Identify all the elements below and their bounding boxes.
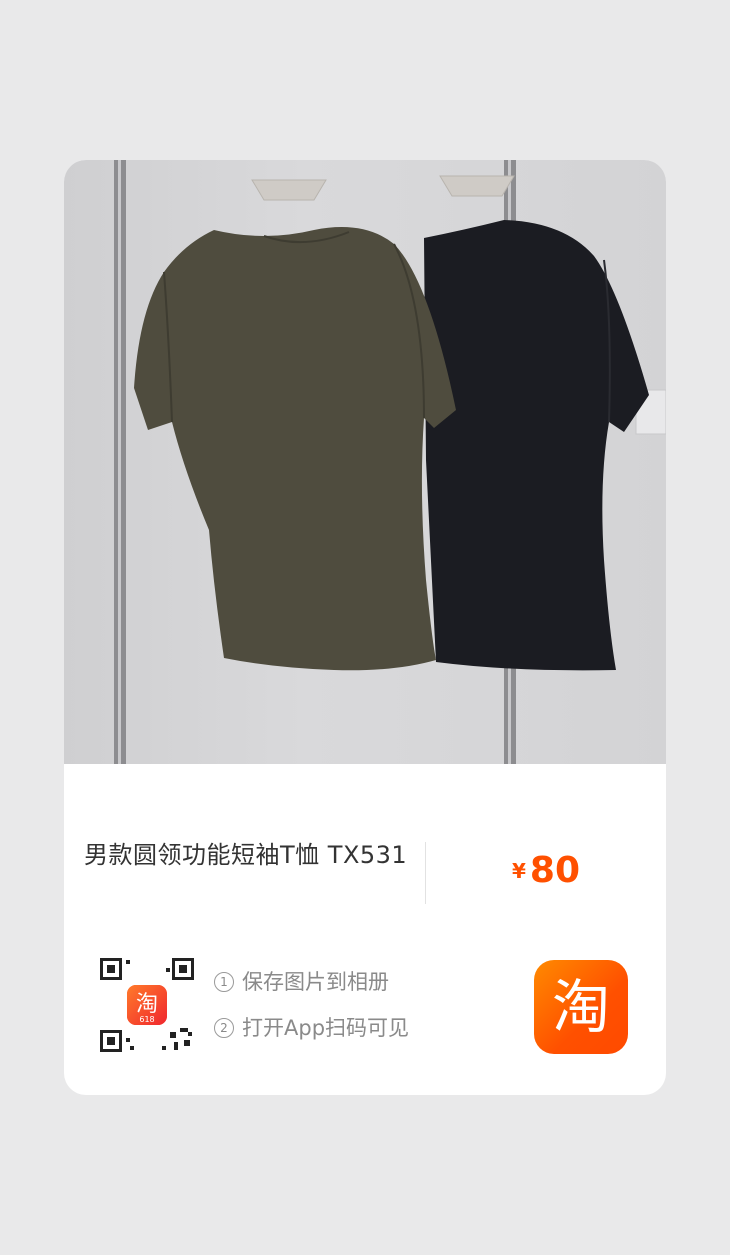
step-text: 打开App扫码可见 [242, 1016, 410, 1040]
taobao-logo-icon: 淘 [534, 960, 628, 1054]
product-price: ¥80 [512, 850, 580, 891]
step-number: 1 [214, 972, 234, 992]
qr-badge-text: 淘 [136, 992, 158, 1017]
currency-symbol: ¥ [512, 859, 526, 883]
share-instructions: 1 保存图片到相册 2 打开App扫码可见 [214, 966, 409, 1058]
step-save-image: 1 保存图片到相册 [214, 966, 409, 1012]
product-title: 男款圆领功能短袖T恤 TX531 [84, 841, 408, 869]
product-image[interactable] [64, 160, 666, 764]
share-card: 男款圆领功能短袖T恤 TX531 ¥80 淘 618 1 保存图片到相册 2 打… [64, 160, 666, 1095]
qr-code-icon: 淘 618 [100, 958, 194, 1052]
step-open-app: 2 打开App扫码可见 [214, 1012, 409, 1058]
divider [425, 842, 426, 904]
tshirts-illustration [114, 160, 666, 764]
step-text: 保存图片到相册 [242, 970, 389, 994]
price-value: 80 [529, 850, 581, 891]
qr-badge-subtext: 618 [139, 1015, 154, 1024]
step-number: 2 [214, 1018, 234, 1038]
logo-text: 淘 [551, 973, 610, 1041]
